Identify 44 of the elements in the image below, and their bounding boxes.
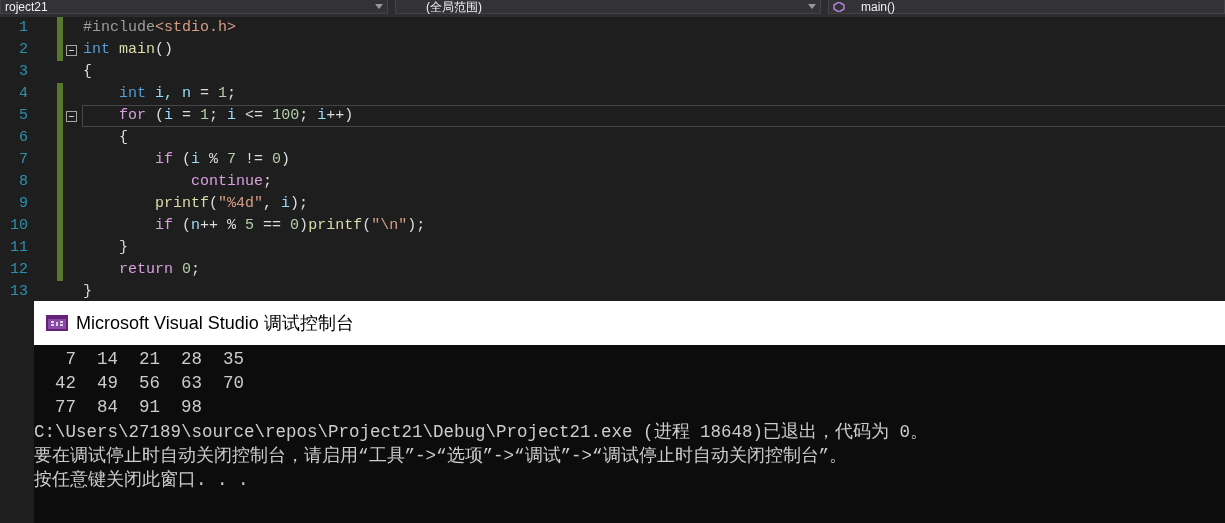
line-number: 1 [18,18,28,38]
line-number: 5 [18,106,28,126]
console-output-line: 7 14 21 28 35 [64,348,246,371]
caret-icon [375,4,383,9]
code-line: } [82,282,93,302]
line-number: 13 [9,282,28,302]
code-line: printf("%4d", i); [154,194,310,214]
scope-dropdown[interactable]: (全局范围) [395,0,821,14]
line-number: 11 [9,238,28,258]
line-number: 4 [18,84,28,104]
line-number: 12 [9,260,28,280]
console-title: Microsoft Visual Studio 调试控制台 [76,312,354,335]
console-output-line: 要在调试停止时自动关闭控制台，请启用“工具”->“选项”->“调试”->“调试停止时自动关闭控制台”。 [34,444,849,468]
console-app-icon [46,315,68,331]
line-number: 2 [18,40,28,60]
project-name: roject21 [5,0,49,13]
code-line: } [118,238,129,258]
console-output-line: C:\Users\27189\source\repos\Project21\Debug\Project21.exe (进程 18648)已退出，代码为 0。 [34,420,930,444]
code-line: if (i % 7 != 0) [154,150,292,170]
console-output-line: 77 84 91 98 [54,396,204,420]
project-dropdown[interactable]: roject21 [0,0,388,14]
code-line: if (n++ % 5 == 0)printf("\n"); [154,216,427,236]
line-number: 7 [18,150,28,170]
scope-name: (全局范围) [426,0,483,13]
line-number: 6 [18,128,28,148]
line-number: 10 [9,216,28,236]
console-output-line: 42 49 56 63 70 [54,372,246,396]
code-line: { [118,128,129,148]
code-line: #include<stdio.h> [82,18,238,38]
collapse-icon[interactable] [66,110,77,122]
member-name: main() [860,0,896,13]
collapse-icon[interactable] [66,44,77,56]
member-dropdown[interactable]: main() [828,0,1225,14]
caret-icon [808,4,816,9]
code-line: int i, n = 1; [118,84,238,104]
code-line: continue; [190,172,274,192]
code-line: return 0; [118,260,202,280]
code-line: for (i = 1; i <= 100; i++) [82,105,1225,127]
line-number: 9 [18,194,28,214]
code-line: int main() [82,40,175,60]
line-number: 8 [18,172,28,192]
code-line: { [82,62,93,82]
console-output-line: 按任意键关闭此窗口. . . [34,469,250,492]
line-number: 3 [18,62,28,82]
